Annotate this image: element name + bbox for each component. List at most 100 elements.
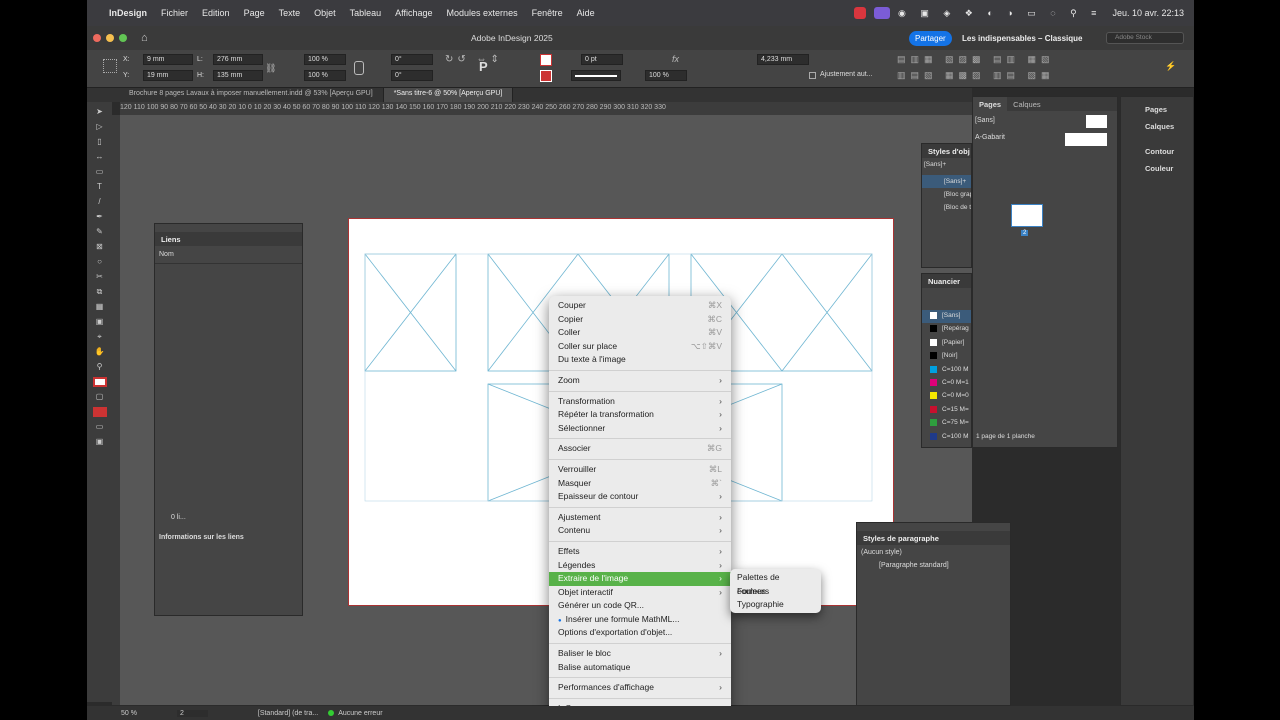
swatch-color [930,312,937,319]
swatch-name: C=75 M= [942,419,969,427]
context-item-coller[interactable]: Coller ⌘V [549,326,731,340]
submenu-formes[interactable]: Formes [730,585,821,599]
swatch-row[interactable]: [Papier] [922,337,971,350]
chevron-right-icon: › [719,395,722,406]
context-item-label: Coller [558,327,581,338]
context-item-r-p-ter-la-transformation[interactable]: Répéter la transformation › [549,408,731,422]
swatch-row[interactable]: [Repérag [922,323,971,336]
context-item-coller-sur-place[interactable]: Coller sur place ⌥⇧⌘V [549,340,731,354]
swatch-name: C=15 M= [942,405,969,413]
context-item-s-lectionner[interactable]: Sélectionner › [549,422,731,436]
context-item-effets[interactable]: Effets › [549,545,731,559]
context-item-label: Extraire de l'image [558,573,629,584]
objstyle-item-2[interactable]: [Bloc grap [922,188,971,201]
swatch-row[interactable]: C=75 M= [922,417,971,430]
context-item-contenu[interactable]: Contenu › [549,524,731,538]
context-item-label: Performances d'affichage [558,682,654,693]
context-item-associer[interactable]: Associer ⌘G [549,442,731,456]
swatch-color [930,325,937,333]
swatches-title[interactable]: Nuancier [922,274,971,288]
swatch-row[interactable]: [Sans] [922,310,971,324]
tab-pages[interactable]: Pages [973,97,1008,111]
links-panel-title[interactable]: Liens [155,232,302,246]
chevron-right-icon: › [719,374,722,385]
submenu-typographie[interactable]: Typographie [730,598,821,612]
context-item-couper[interactable]: Couper ⌘X [549,299,731,313]
menu-separator [549,369,731,371]
swatches-panel: Nuancier [Sans] [Repérag [Papier] [Noir] C=1… [921,273,972,448]
shortcut-label: ⌘C [707,313,722,324]
context-item-extraire-de-l-image[interactable]: Extraire de l'image › [549,572,731,586]
page-thumb[interactable] [1011,204,1043,227]
paragraph-styles-panel: Styles de paragraphe (Aucun style) [Para… [856,522,1011,706]
shortcut-label: ⌘G [706,443,722,454]
submenu-palettes[interactable]: Palettes de couleurs [730,571,821,596]
swatch-row[interactable]: C=100 M [922,431,971,444]
context-item-label: Ajustement [558,511,601,522]
para-style-standard[interactable]: [Paragraphe standard] [857,560,1010,571]
links-info-title[interactable]: Informations sur les liens [159,534,244,541]
object-styles-title[interactable]: Styles d'obj [922,144,971,158]
context-item-l-gendes[interactable]: Légendes › [549,559,731,573]
context-item-label: Du texte à l'image [558,354,626,365]
links-col-name[interactable]: Nom [155,246,302,264]
context-item-zoom[interactable]: Zoom › [549,374,731,388]
context-item-label: Effets [558,545,580,556]
links-count: 0 li... [171,514,186,521]
menu-separator [549,643,731,645]
swatch-row[interactable]: [Noir] [922,350,971,363]
context-item-g-n-rer-un-code-qr[interactable]: Générer un code QR... [549,599,731,613]
context-item-label: Masquer [558,477,592,488]
swatch-row[interactable]: C=15 M= [922,404,971,417]
context-item-label: Objet interactif [558,586,613,597]
context-item-verrouiller[interactable]: Verrouiller ⌘L [549,463,731,477]
context-item-options-d-exportation-d-objet[interactable]: Options d'exportation d'objet... [549,626,731,640]
context-item-du-texte-l-image[interactable]: Du texte à l'image [549,353,731,367]
dock-couleur[interactable]: Couleur [1121,156,1193,173]
bullet-icon: ● [558,617,562,624]
objstyle-item-0[interactable]: [Sans]+ [922,158,971,171]
tab-calques[interactable]: Calques [1007,97,1047,111]
context-item-label: Epaisseur de contour [558,491,639,502]
context-item-masquer[interactable]: Masquer ⌘` [549,477,731,491]
objstyle-item-3[interactable]: [Bloc de t [922,201,971,214]
swatch-row[interactable]: C=0 M=0 [922,390,971,403]
context-item-balise-automatique[interactable]: Balise automatique [549,661,731,675]
context-item-ins-rer-une-formule-mathml[interactable]: ● Insérer une formule MathML... [549,613,731,627]
context-item-objet-interactif[interactable]: Objet interactif › [549,586,731,600]
dock-calques[interactable]: Calques [1121,114,1193,131]
context-item-performances-d-affichage[interactable]: Performances d'affichage › [549,681,731,695]
zoom-select[interactable]: 50 % [121,710,137,717]
context-item-label: Baliser le bloc [558,648,611,659]
swatch-row[interactable]: C=100 M [922,364,971,377]
page-none-thumb[interactable] [1086,115,1107,128]
swatch-color [930,432,937,440]
dock-pages[interactable]: Pages [1121,97,1193,114]
context-item-epaisseur-de-contour[interactable]: Epaisseur de contour › [549,490,731,504]
dock-contour[interactable]: Contour [1121,131,1193,156]
links-panel: Liens Nom 0 li... Informations sur les l… [154,223,303,616]
swatch-color [930,405,937,413]
swatch-row[interactable]: C=0 M=1 [922,377,971,390]
gabarit-thumb[interactable] [1065,133,1107,146]
context-item-baliser-le-bloc[interactable]: Baliser le bloc › [549,647,731,661]
para-style-none[interactable]: (Aucun style) [857,545,1010,560]
page-field[interactable]: 2 [176,709,208,717]
menu-separator [549,677,731,679]
pages-footer: 1 page de 1 planche [976,433,1035,440]
context-item-transformation[interactable]: Transformation › [549,395,731,409]
profile-select[interactable]: [Standard] (de tra... [258,710,318,717]
context-item-label: Couper [558,300,586,310]
preflight-status[interactable]: Aucune erreur [338,710,382,717]
swatch-color [930,338,937,346]
objstyle-item-1[interactable]: [Sans]+ [922,175,971,188]
extract-submenu: Palettes de couleurs Formes Typographie [730,569,821,613]
context-item-copier[interactable]: Copier ⌘C [549,313,731,327]
menu-separator [549,697,731,699]
menu-separator [549,506,731,508]
context-item-ajustement[interactable]: Ajustement › [549,511,731,525]
paragraph-styles-title[interactable]: Styles de paragraphe [857,531,1010,545]
chevron-right-icon: › [719,525,722,536]
context-item-label: Verrouiller [558,463,597,474]
swatch-color [930,392,937,400]
